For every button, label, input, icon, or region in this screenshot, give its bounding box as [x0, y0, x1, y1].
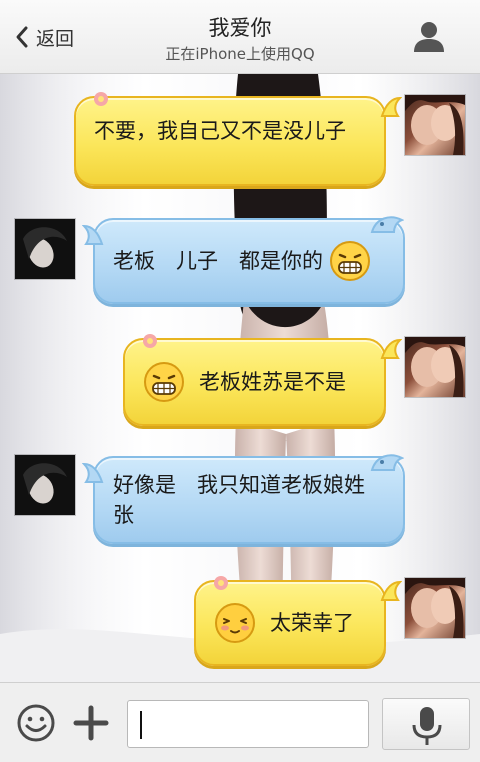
avatar-image [405, 578, 465, 638]
message-text-2: 老板 儿子 都是你的 [113, 249, 323, 273]
microphone-icon [412, 707, 442, 745]
message-text-4: 好像是 我只知道老板娘姓张 [113, 473, 365, 527]
flower-icon [94, 92, 108, 106]
profile-button[interactable] [410, 18, 448, 56]
message-bubble-1[interactable]: 不要，我自己又不是没儿子 [74, 96, 386, 186]
avatar-image [15, 219, 75, 279]
avatar-image [405, 337, 465, 397]
chat-header: 返回 我爱你 正在iPhone上使用QQ [0, 0, 480, 74]
bubble-tail-icon [82, 224, 104, 245]
grin-emoji-icon [144, 362, 184, 402]
contact-avatar[interactable] [15, 219, 75, 279]
contact-status: 正在iPhone上使用QQ [165, 45, 315, 63]
grin-emoji-icon [330, 241, 370, 281]
plus-icon [73, 705, 109, 741]
message-input[interactable] [127, 700, 369, 748]
message-text-5: 太荣幸了 [270, 611, 354, 635]
profile-icon [414, 22, 444, 52]
my-avatar[interactable] [405, 337, 465, 397]
emoji-button[interactable] [16, 703, 56, 747]
message-bubble-4[interactable]: 好像是 我只知道老板娘姓张 [93, 456, 405, 544]
message-text-1: 不要，我自己又不是没儿子 [94, 119, 346, 143]
avatar-image [15, 455, 75, 515]
flower-icon [214, 576, 228, 590]
chat-area[interactable]: 不要，我自己又不是没儿子 老板 儿子 都是你的 老板姓苏是不是 好像是 我只知道… [0, 74, 480, 682]
input-bar [0, 682, 480, 762]
flower-icon [143, 334, 157, 348]
my-avatar[interactable] [405, 578, 465, 638]
contact-avatar[interactable] [15, 455, 75, 515]
bubble-tail-icon [380, 338, 402, 359]
bubble-tail-icon [380, 96, 402, 117]
bubble-ornament-icon [370, 454, 404, 471]
bubble-tail-icon [380, 580, 402, 601]
bubble-tail-icon [82, 462, 104, 483]
message-bubble-3[interactable]: 老板姓苏是不是 [123, 338, 386, 426]
shy-emoji-icon [215, 603, 255, 643]
bubble-ornament-icon [370, 216, 404, 233]
voice-button[interactable] [382, 698, 470, 750]
my-avatar[interactable] [405, 95, 465, 155]
avatar-image [405, 95, 465, 155]
message-text-3: 老板姓苏是不是 [199, 370, 346, 394]
plus-button[interactable] [72, 704, 110, 746]
message-bubble-2[interactable]: 老板 儿子 都是你的 [93, 218, 405, 304]
emoji-icon [17, 704, 55, 742]
text-cursor [140, 711, 142, 739]
message-bubble-5[interactable]: 太荣幸了 [194, 580, 386, 666]
page-title: 我爱你 [208, 16, 272, 40]
